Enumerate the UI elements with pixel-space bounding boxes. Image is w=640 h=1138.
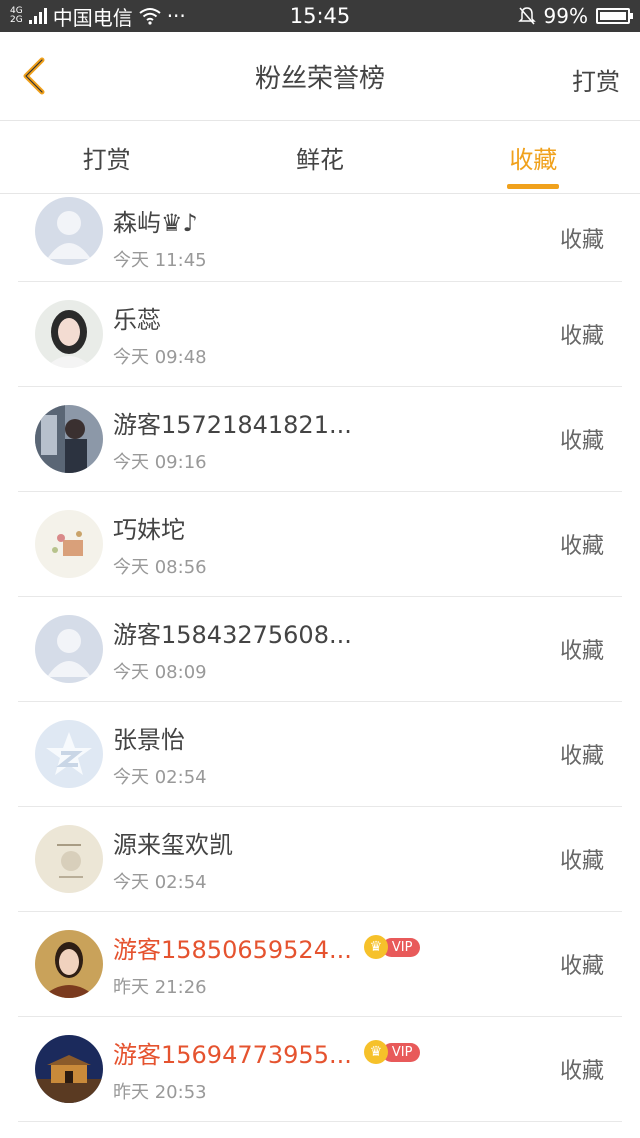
name-row: 森屿♛♪ [113,203,560,238]
tab-reward[interactable]: 打赏 [0,121,213,193]
collect-label: 收藏 [559,429,604,454]
tab-collect[interactable]: 收藏 [427,121,640,193]
more-dots: ··· [166,4,186,28]
list-item[interactable]: 乐蕊 今天 09:48 收藏 [18,282,622,387]
list-item[interactable]: 游客15850659524... ♛ VIP 昨天 21:26 收藏 [18,912,622,1017]
status-left: 4G 2G 中国电信 ··· [10,2,186,31]
collect-label: 收藏 [559,227,604,253]
item-info: 森屿♛♪ 今天 11:45 [113,203,560,272]
network-type: 4G 2G [10,7,23,25]
item-info: 巧妹坨今天 08:56 [113,510,560,579]
name-row: 巧妹坨 [113,510,560,545]
vip-badge: ♛ VIP [363,935,421,959]
battery-fill [600,12,626,20]
item-time: 昨天 20:53 [113,1081,207,1103]
tab-bar: 打赏 鲜花 收藏 [0,121,640,194]
bell-off-icon [517,7,536,25]
crown-icon: ♛ [363,935,388,959]
name-row: 游客15721841821... [113,405,560,440]
name-row: 张景怡 [113,720,560,755]
header: 粉丝荣誉榜 打赏 [0,32,640,121]
list-item[interactable]: 游客15694773955... ♛ VIP 昨天 20:53 收藏 [18,1017,622,1122]
wifi-icon [139,8,161,25]
collect-label: 收藏 [559,1059,604,1084]
status-right: 99% [517,4,633,28]
network-2g: 2G [10,15,23,25]
carrier-name: 中国电信 [52,5,133,30]
name-row: 乐蕊 [113,300,560,335]
avatar[interactable] [35,1035,103,1103]
item-info: 游客15694773955... ♛ VIP 昨天 20:53 [113,1035,560,1104]
item-info: 张景怡今天 02:54 [113,720,560,789]
item-time: 今天 11:45 [113,250,207,271]
item-time: 今天 09:48 [113,346,207,368]
user-name: 游客15721841821... [113,410,352,439]
battery-icon [596,8,633,24]
item-info: 源来玺欢凯今天 02:54 [113,825,560,894]
name-row: 游客15850659524... ♛ VIP [113,930,560,965]
user-name: 游客15843275608... [113,620,352,649]
battery-percent: 99% [543,4,588,28]
avatar[interactable] [35,720,103,788]
collect-label: 收藏 [559,534,604,559]
crown-icon: ♛ [363,1040,388,1064]
collect-label: 收藏 [559,744,604,769]
vip-badge: ♛ VIP [363,1040,421,1064]
avatar[interactable] [35,930,103,998]
reward-button[interactable]: 打赏 [572,62,620,97]
user-name: 游客15694773955... [113,1040,352,1069]
list-item[interactable]: 游客15721841821... 今天 09:16 收藏 [18,387,622,492]
avatar[interactable] [35,825,103,893]
list-item[interactable]: 森屿♛♪ 今天 11:45 收藏 [18,194,622,282]
avatar[interactable] [35,300,103,368]
page-title: 粉丝荣誉榜 [254,63,385,94]
name-row: 源来玺欢凯 [113,825,560,860]
collect-label: 收藏 [559,954,604,979]
item-time: 昨天 21:26 [113,976,207,998]
avatar[interactable] [35,405,103,473]
list-item[interactable]: 巧妹坨 今天 08:56 收藏 [18,492,622,597]
item-info: 游客15721841821... 今天 09:16 [113,405,560,474]
name-row: 游客15843275608... [113,615,560,650]
avatar[interactable] [35,196,103,265]
collect-label: 收藏 [559,324,604,349]
item-time: 今天 08:56 [113,556,207,578]
signal-icon [28,8,47,24]
user-name: 源来玺欢凯 [113,830,233,859]
item-time: 今天 02:54 [113,766,207,788]
collect-label: 收藏 [559,849,604,874]
collect-label: 收藏 [559,639,604,664]
list-item[interactable]: 张景怡 今天 02:54 收藏 [18,702,622,807]
avatar[interactable] [35,510,103,578]
item-info: 游客15850659524... ♛ VIP 昨天 21:26 [113,930,560,999]
fan-list: 森屿♛♪ 今天 11:45 收藏 乐蕊 今天 09:48 收藏 游客15721841821.… [0,194,640,1122]
user-name: 乐蕊 [113,305,161,334]
list-item[interactable]: 源来玺欢凯 今天 02:54 收藏 [18,807,622,912]
item-time: 今天 02:54 [113,871,207,893]
item-info: 游客15843275608... 今天 08:09 [113,615,560,684]
item-time: 今天 09:16 [113,451,207,473]
status-bar: 4G 2G 中国电信 ··· 15:45 99% [0,0,640,32]
user-name: 巧妹坨 [113,515,185,544]
back-chevron-icon[interactable] [16,56,56,96]
item-time: 今天 08:09 [113,661,207,683]
user-name: 张景怡 [113,725,185,754]
user-name: 游客15850659524... [113,935,352,964]
item-info: 乐蕊今天 09:48 [113,300,560,369]
user-name: 森屿♛♪ [113,209,198,237]
avatar[interactable] [35,615,103,683]
list-item[interactable]: 游客15843275608... 今天 08:09 收藏 [18,597,622,702]
status-time: 15:45 [289,4,351,28]
tab-flowers[interactable]: 鲜花 [213,121,426,193]
name-row: 游客15694773955... ♛ VIP [113,1035,560,1070]
